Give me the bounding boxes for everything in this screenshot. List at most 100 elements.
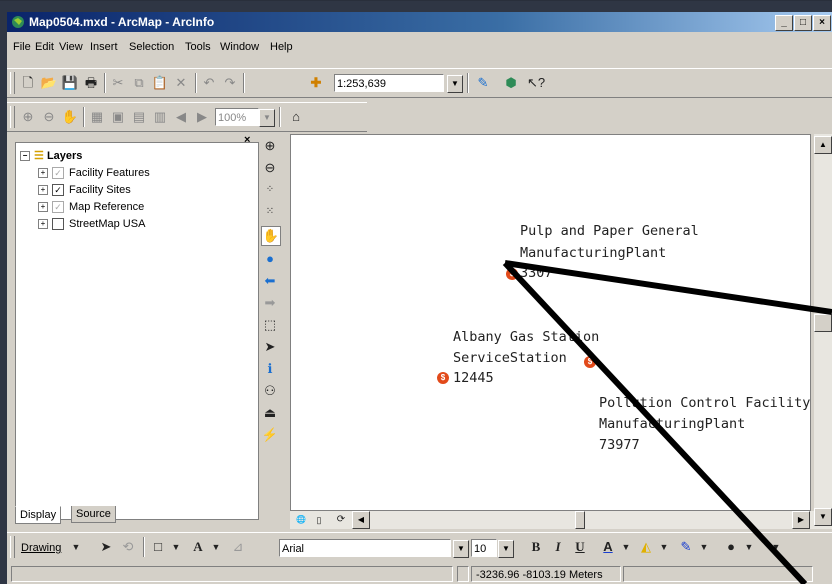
toolbar-grip[interactable] — [10, 106, 15, 128]
menu-tools[interactable]: Tools — [185, 41, 211, 53]
layout-zoom-in-icon[interactable]: ⊕ — [19, 108, 37, 126]
menu-help[interactable]: Help — [270, 41, 293, 53]
layout-zoom-out-icon[interactable]: ⊖ — [40, 108, 58, 126]
expand-icon[interactable]: + — [38, 185, 48, 196]
fixed-zoom-out-icon[interactable]: ▥ — [151, 108, 169, 126]
toolbar-overflow-arrow[interactable]: ▼ — [767, 538, 785, 556]
scale-dropdown-button[interactable]: ▼ — [447, 75, 463, 93]
measure-icon[interactable]: ⏏ — [261, 404, 279, 422]
map-display[interactable]: Pulp and Paper General ManufacturingPlan… — [290, 134, 811, 511]
italic-button[interactable]: I — [549, 538, 567, 556]
zoom-in-icon[interactable]: ⊕ — [261, 137, 279, 155]
toolbar-grip[interactable] — [10, 72, 15, 94]
select-elements-icon[interactable]: ➤ — [97, 538, 115, 556]
fill-color-dropdown[interactable]: ▼ — [655, 538, 673, 556]
whats-this-help-icon[interactable]: ↖? — [527, 74, 545, 92]
layout-view-icon[interactable]: ▯ — [310, 511, 328, 529]
open-folder-icon[interactable]: 📂 — [40, 74, 58, 92]
layout-zoom-dropdown[interactable]: ▼ — [259, 109, 275, 127]
rotate-icon[interactable]: ⟲ — [119, 538, 137, 556]
menu-view[interactable]: View — [59, 41, 83, 53]
select-elements-arrow-icon[interactable]: ➤ — [261, 338, 279, 356]
fill-color-icon[interactable]: ◭ — [637, 538, 655, 556]
menu-selection[interactable]: Selection — [129, 41, 174, 53]
maximize-button[interactable]: □ — [794, 15, 812, 31]
select-features-icon[interactable]: ⬚ — [261, 316, 279, 334]
fixed-zoom-in-icon[interactable]: ⁘ — [261, 181, 279, 199]
print-icon[interactable]: 🖶 — [82, 74, 100, 92]
expand-icon[interactable]: + — [38, 168, 48, 179]
menu-window[interactable]: Window — [220, 41, 259, 53]
scroll-right-button[interactable]: ▶ — [792, 511, 810, 529]
callout-icon[interactable]: ⊿ — [229, 538, 247, 556]
drawing-dropdown-arrow[interactable]: ▼ — [67, 538, 85, 556]
title-bar[interactable]: Map0504.mxd - ArcMap - ArcInfo _ □ × — [7, 12, 832, 32]
shape-dropdown-arrow[interactable]: ▼ — [167, 538, 185, 556]
cut-icon[interactable]: ✂ — [109, 74, 127, 92]
pan-hand-icon[interactable]: ✋ — [261, 226, 281, 246]
tab-display[interactable]: Display — [15, 506, 62, 524]
map-scale-field[interactable]: 1:253,639 — [334, 74, 444, 92]
paste-icon[interactable]: 📋 — [151, 74, 169, 92]
toc-layer-row[interactable]: + ✓ Map Reference — [38, 201, 144, 214]
toolbar-grip[interactable] — [10, 536, 15, 558]
close-button[interactable]: × — [813, 15, 831, 31]
delete-icon[interactable]: ✕ — [172, 74, 190, 92]
marker-color-icon[interactable]: ● — [722, 538, 740, 556]
redo-icon[interactable]: ↷ — [221, 74, 239, 92]
new-text-icon[interactable]: A — [189, 538, 207, 556]
facility-point-pollution[interactable]: $ — [584, 356, 596, 368]
bold-button[interactable]: B — [527, 538, 545, 556]
arctoolbox-icon[interactable]: ⬢ — [502, 74, 520, 92]
hyperlink-lightning-icon[interactable]: ⚡ — [261, 426, 279, 444]
font-color-button[interactable]: A — [599, 538, 617, 556]
collapse-icon[interactable]: − — [20, 151, 30, 162]
previous-extent-icon[interactable]: ◀ — [172, 108, 190, 126]
marker-color-dropdown[interactable]: ▼ — [740, 538, 758, 556]
fixed-zoom-in-icon[interactable]: ▤ — [130, 108, 148, 126]
layout-pan-icon[interactable]: ✋ — [61, 108, 79, 126]
expand-icon[interactable]: + — [38, 202, 48, 213]
identify-icon[interactable]: ℹ — [261, 360, 279, 378]
scroll-left-button[interactable]: ◀ — [352, 511, 370, 529]
toc-layer-row[interactable]: + StreetMap USA — [38, 218, 145, 231]
layer-visibility-checkbox[interactable] — [52, 218, 64, 231]
layer-visibility-checkbox[interactable]: ✓ — [52, 201, 64, 214]
toggle-draft-mode-icon[interactable]: ⌂ — [287, 108, 305, 126]
minimize-button[interactable]: _ — [775, 15, 793, 31]
toc-layer-row[interactable]: + ✓ Facility Sites — [38, 184, 131, 197]
add-data-icon[interactable]: ✚ — [307, 74, 325, 92]
menu-insert[interactable]: Insert — [90, 41, 118, 53]
toc-layer-row[interactable]: + ✓ Facility Features — [38, 167, 150, 180]
font-color-dropdown[interactable]: ▼ — [617, 538, 635, 556]
font-name-field[interactable]: Arial — [279, 539, 451, 557]
underline-button[interactable]: U — [571, 538, 589, 556]
layer-visibility-checkbox[interactable]: ✓ — [52, 184, 64, 197]
full-extent-globe-icon[interactable]: ● — [261, 250, 279, 268]
refresh-icon[interactable]: ⟳ — [332, 511, 350, 529]
layout-zoom-field[interactable]: 100% — [215, 108, 259, 126]
font-name-dropdown[interactable]: ▼ — [453, 540, 469, 558]
next-extent-icon[interactable]: ▶ — [193, 108, 211, 126]
facility-point-albany[interactable]: $ — [437, 372, 449, 384]
tab-source[interactable]: Source — [71, 506, 116, 523]
zoom-whole-page-icon[interactable]: ▦ — [88, 108, 106, 126]
menu-file[interactable]: File — [13, 41, 31, 53]
undo-icon[interactable]: ↶ — [200, 74, 218, 92]
menu-edit[interactable]: Edit — [35, 41, 54, 53]
data-view-icon[interactable]: 🌐 — [292, 511, 310, 529]
save-icon[interactable]: 💾 — [61, 74, 79, 92]
rectangle-icon[interactable]: □ — [149, 538, 167, 556]
fixed-zoom-out-icon[interactable]: ⁙ — [261, 203, 279, 221]
zoom-out-icon[interactable]: ⊖ — [261, 159, 279, 177]
drawing-menu-label[interactable]: Drawing — [21, 542, 61, 554]
editor-toolbar-icon[interactable]: ✎ — [474, 74, 492, 92]
find-binoculars-icon[interactable]: ⚇ — [261, 382, 279, 400]
scroll-up-button[interactable]: ▲ — [814, 136, 832, 154]
scroll-thumb[interactable] — [814, 314, 832, 332]
toc-root-row[interactable]: − ☰ Layers — [20, 149, 82, 162]
font-size-field[interactable]: 10 — [471, 539, 497, 557]
line-color-icon[interactable]: ✎ — [677, 538, 695, 556]
scroll-down-button[interactable]: ▼ — [814, 508, 832, 526]
map-vertical-scrollbar[interactable]: ▲ ▼ — [814, 134, 832, 529]
